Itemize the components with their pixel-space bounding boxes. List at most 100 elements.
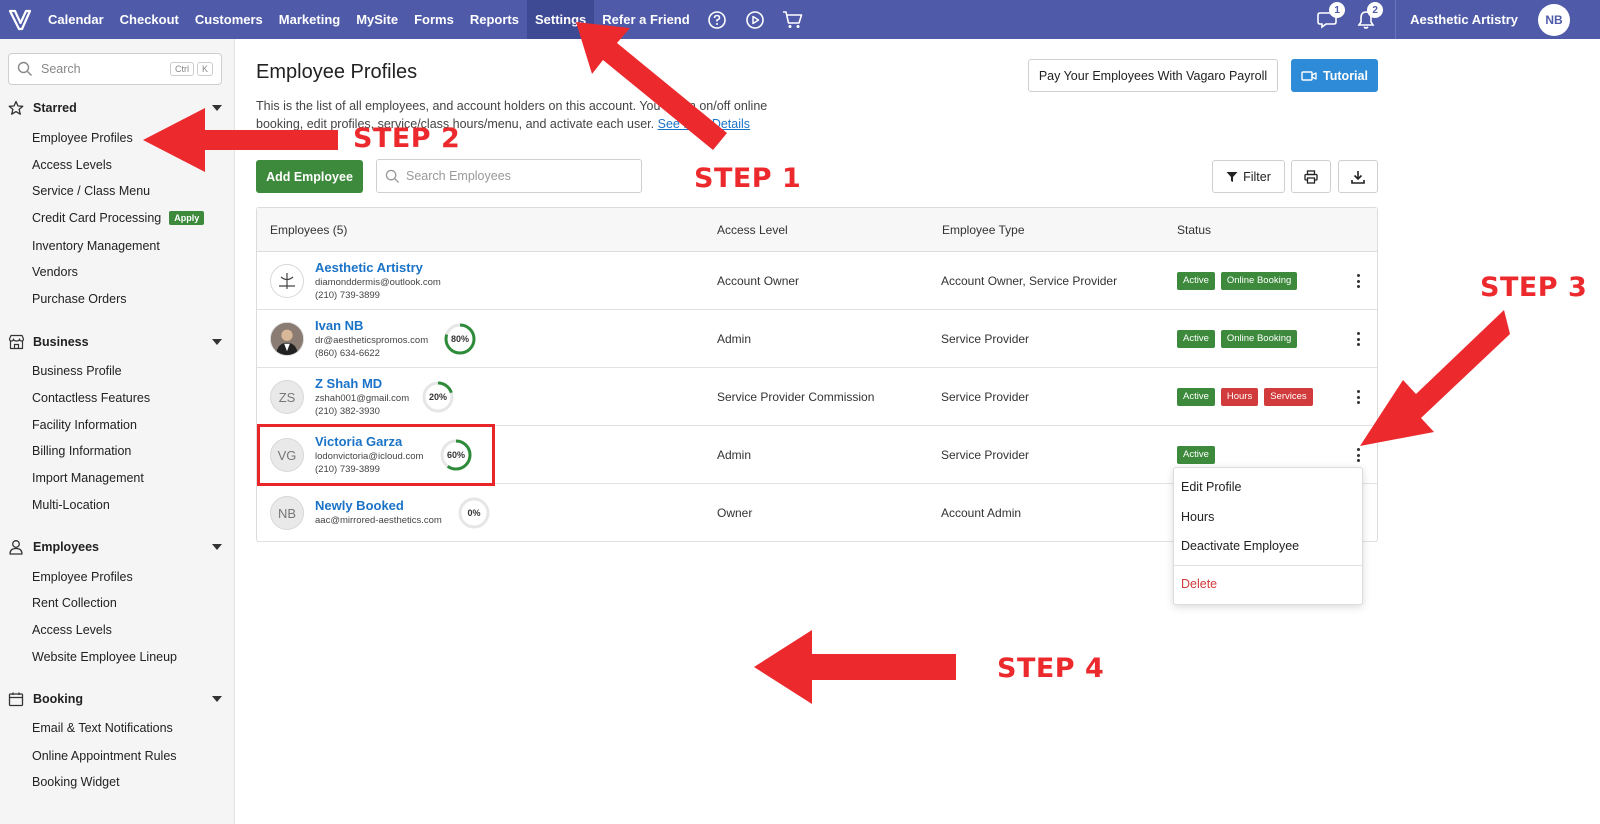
user-avatar[interactable]: NB xyxy=(1538,3,1570,36)
person-icon xyxy=(9,540,23,555)
shortcut-key-k: K xyxy=(196,62,213,76)
status-badge-online-booking: Online Booking xyxy=(1220,272,1298,290)
more-options-icon[interactable] xyxy=(1353,388,1363,406)
sidebar-item-access-levels[interactable]: Access Levels xyxy=(32,158,112,172)
chevron-down-icon[interactable] xyxy=(212,696,222,702)
profile-completion-ring: 0% xyxy=(457,496,491,530)
chevron-down-icon[interactable] xyxy=(212,105,222,111)
sidebar-item-employee-profiles[interactable]: Employee Profiles xyxy=(32,131,133,145)
add-employee-button[interactable]: Add Employee xyxy=(256,160,363,193)
nav-forms[interactable]: Forms xyxy=(406,0,462,39)
section-booking[interactable]: Booking xyxy=(8,689,222,709)
employee-name-link[interactable]: Newly Booked xyxy=(315,498,404,513)
business-account-name[interactable]: Aesthetic Artistry xyxy=(1395,0,1532,39)
nav-reports[interactable]: Reports xyxy=(462,0,527,39)
nav-mysite[interactable]: MySite xyxy=(348,0,406,39)
access-level: Service Provider Commission xyxy=(717,390,875,404)
nav-checkout[interactable]: Checkout xyxy=(112,0,187,39)
column-header-employee-type: Employee Type xyxy=(942,223,1025,237)
print-button[interactable] xyxy=(1291,160,1331,193)
status-badge-hours: Hours xyxy=(1220,388,1259,406)
menu-item-hours[interactable]: Hours xyxy=(1181,510,1214,524)
more-options-icon[interactable] xyxy=(1353,330,1363,348)
employee-name-link[interactable]: Aesthetic Artistry xyxy=(315,260,423,275)
employee-email: diamonddermis@outlook.com xyxy=(315,277,441,288)
sidebar-item-vendors[interactable]: Vendors xyxy=(32,265,78,279)
sidebar-item-booking-widget[interactable]: Booking Widget xyxy=(32,775,120,789)
notifications-button[interactable]: 2 xyxy=(1347,0,1385,39)
sidebar-item-credit-card-processing[interactable]: Credit Card Processing Apply xyxy=(32,211,205,225)
section-starred[interactable]: Starred xyxy=(8,98,222,118)
nav-refer-a-friend[interactable]: Refer a Friend xyxy=(594,0,697,39)
status-badge-active: Active xyxy=(1177,272,1215,290)
profile-completion-value: 80% xyxy=(450,334,469,344)
sidebar-item-service-class-menu[interactable]: Service / Class Menu xyxy=(32,184,150,198)
nav-calendar[interactable]: Calendar xyxy=(40,0,112,39)
table-row[interactable]: Ivan NB dr@aestheticspromos.com (860) 63… xyxy=(257,310,1377,368)
filter-icon xyxy=(1226,171,1238,182)
sidebar-item-employee-profiles-2[interactable]: Employee Profiles xyxy=(32,570,133,584)
status-badge-active: Active xyxy=(1177,388,1215,406)
section-business[interactable]: Business xyxy=(8,332,222,352)
profile-completion-value: 20% xyxy=(428,392,447,402)
person-photo-icon xyxy=(271,323,303,355)
sidebar-item-access-levels-2[interactable]: Access Levels xyxy=(32,623,112,637)
nav-customers[interactable]: Customers xyxy=(187,0,271,39)
more-options-icon[interactable] xyxy=(1353,272,1363,290)
more-options-icon[interactable] xyxy=(1353,446,1363,464)
nav-marketing[interactable]: Marketing xyxy=(271,0,348,39)
notifications-count-badge: 2 xyxy=(1367,2,1384,18)
access-level: Admin xyxy=(717,448,752,462)
employee-type: Account Admin xyxy=(941,506,1022,520)
sidebar-item-purchase-orders[interactable]: Purchase Orders xyxy=(32,292,126,306)
play-video-icon[interactable] xyxy=(736,0,774,39)
table-row[interactable]: Aesthetic Artistry diamonddermis@outlook… xyxy=(257,252,1377,310)
sidebar-item-billing-information[interactable]: Billing Information xyxy=(32,444,131,458)
sidebar-search-input[interactable]: Search Ctrl K xyxy=(8,53,222,85)
menu-item-edit-profile[interactable]: Edit Profile xyxy=(1181,480,1241,494)
menu-item-delete[interactable]: Delete xyxy=(1181,577,1217,591)
step-4-label: STEP 4 xyxy=(997,653,1105,684)
sidebar-item-website-employee-lineup[interactable]: Website Employee Lineup xyxy=(32,650,177,664)
filter-button[interactable]: Filter xyxy=(1212,160,1285,193)
menu-item-deactivate-employee[interactable]: Deactivate Employee xyxy=(1181,539,1299,553)
sidebar-item-email-text-notifications[interactable]: Email & Text Notifications xyxy=(32,721,173,735)
cart-icon[interactable] xyxy=(774,0,812,39)
see-plan-details-link[interactable]: See Plan Details xyxy=(658,117,750,131)
section-title: Starred xyxy=(33,101,77,115)
sidebar-item-rent-collection[interactable]: Rent Collection xyxy=(32,596,117,610)
tutorial-button-label: Tutorial xyxy=(1323,68,1368,83)
settings-sidebar: Search Ctrl K Starred Employee Profiles … xyxy=(0,39,235,824)
menu-divider xyxy=(1174,565,1362,566)
sidebar-item-inventory-management[interactable]: Inventory Management xyxy=(32,239,160,253)
sidebar-item-contactless-features[interactable]: Contactless Features xyxy=(32,391,150,405)
section-title: Booking xyxy=(33,692,83,706)
chevron-down-icon[interactable] xyxy=(212,339,222,345)
sidebar-item-business-profile[interactable]: Business Profile xyxy=(32,364,122,378)
description-part: This is the list of all employees, and a… xyxy=(256,99,661,113)
sidebar-item-import-management[interactable]: Import Management xyxy=(32,471,144,485)
help-icon[interactable] xyxy=(698,0,736,39)
nav-settings[interactable]: Settings xyxy=(526,0,595,39)
business-logo-icon xyxy=(279,273,295,289)
sidebar-item-facility-information[interactable]: Facility Information xyxy=(32,418,137,432)
employee-name-link[interactable]: Z Shah MD xyxy=(315,376,382,391)
apply-badge[interactable]: Apply xyxy=(169,211,205,225)
column-header-access-level: Access Level xyxy=(717,223,788,237)
sidebar-item-multi-location[interactable]: Multi-Location xyxy=(32,498,110,512)
table-row[interactable]: ZS Z Shah MD zshah001@gmail.com (210) 38… xyxy=(257,368,1377,426)
messages-button[interactable]: 1 xyxy=(1309,0,1347,39)
section-employees[interactable]: Employees xyxy=(8,537,222,557)
download-button[interactable] xyxy=(1338,160,1378,193)
avatar xyxy=(270,264,304,298)
tutorial-button[interactable]: Tutorial xyxy=(1291,59,1378,92)
section-title: Business xyxy=(33,335,89,349)
chevron-down-icon[interactable] xyxy=(212,544,222,550)
employee-name-link[interactable]: Ivan NB xyxy=(315,318,363,333)
pay-employees-payroll-button[interactable]: Pay Your Employees With Vagaro Payroll xyxy=(1028,59,1278,92)
search-employees-input[interactable]: Search Employees xyxy=(376,159,642,193)
vagaro-logo[interactable] xyxy=(0,0,40,39)
sidebar-item-online-appointment-rules[interactable]: Online Appointment Rules xyxy=(32,749,177,763)
avatar: NB xyxy=(270,496,304,530)
sidebar-search-placeholder: Search xyxy=(41,62,81,76)
